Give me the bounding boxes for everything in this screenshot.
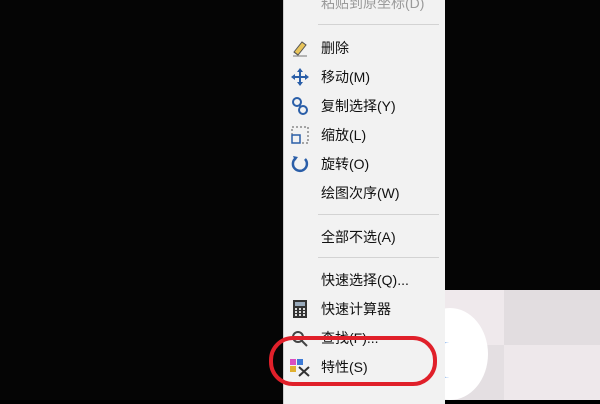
menu-separator	[318, 214, 439, 215]
menu-separator	[318, 24, 439, 25]
blur-block	[504, 290, 600, 345]
blur-block	[504, 345, 600, 400]
menu-item-delete[interactable]: 删除	[284, 35, 445, 61]
menu-item-move[interactable]: 移动(M)	[284, 64, 445, 90]
menu-item-label: 全部不选(A)	[321, 229, 396, 245]
menu-item-label: 快速选择(Q)...	[321, 272, 409, 288]
menu-item-scale[interactable]: 缩放(L)	[284, 122, 445, 148]
menu-item-label: 绘图次序(W)	[321, 185, 400, 201]
menu-item-rotate[interactable]: 旋转(O)	[284, 151, 445, 177]
menu-item-copy-selection[interactable]: 复制选择(Y)	[284, 93, 445, 119]
menu-item-draw-order[interactable]: 绘图次序(W)	[284, 180, 445, 206]
menu-item-label: 删除	[321, 40, 349, 56]
menu-item-label: 复制选择(Y)	[321, 98, 396, 114]
rotate-icon	[289, 153, 311, 175]
menu-item-label: 快速计算器	[321, 301, 391, 317]
menu-separator	[318, 257, 439, 258]
copy-nodes-icon	[289, 95, 311, 117]
calculator-icon	[289, 298, 311, 320]
menu-item-quick-select[interactable]: 快速选择(Q)...	[284, 267, 445, 293]
menu-item-label: 旋转(O)	[321, 156, 370, 172]
menu-item-deselect-all[interactable]: 全部不选(A)	[284, 224, 445, 250]
menu-item-label: 移动(M)	[321, 69, 370, 85]
red-highlight-oval	[269, 336, 437, 386]
menu-item-label: 缩放(L)	[321, 127, 367, 143]
menu-item-label: 粘贴到原坐标(D)	[321, 0, 425, 11]
menu-item-quick-calc[interactable]: 快速计算器	[284, 296, 445, 322]
eraser-icon	[289, 37, 311, 59]
move-arrows-icon	[289, 66, 311, 88]
scale-icon	[289, 124, 311, 146]
menu-item-paste-to-origin[interactable]: 粘贴到原坐标(D)	[284, 0, 445, 16]
